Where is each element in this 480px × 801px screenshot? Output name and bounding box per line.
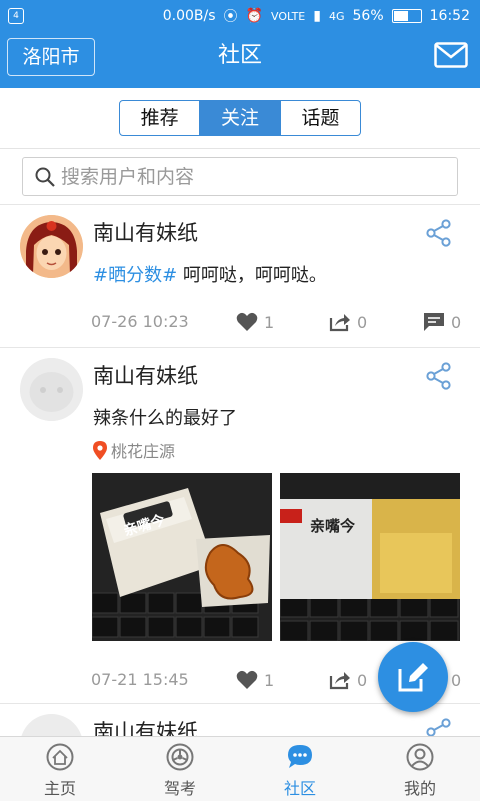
location-text: 桃花庄源 xyxy=(111,442,176,461)
nav-me[interactable]: 我的 xyxy=(360,737,480,801)
comment-count: 0 xyxy=(451,312,462,332)
post-username[interactable]: 南山有妹纸 xyxy=(93,716,198,738)
comment-icon xyxy=(424,313,444,331)
repost-button[interactable]: 0 xyxy=(329,670,367,690)
repost-count: 0 xyxy=(357,312,368,332)
status-bar: 4 0.00B/s ⦿ ⏰ VOLTE ▮ 4G 56% 16:52 xyxy=(0,0,480,32)
share-icon[interactable] xyxy=(426,362,452,390)
photo-brand-text: 亲嘴今 xyxy=(310,517,356,535)
repost-button[interactable]: 0 xyxy=(329,312,367,332)
post-text: #晒分数# 呵呵哒，呵呵哒。 xyxy=(93,261,327,287)
user-icon xyxy=(406,743,434,771)
net-speed: 0.00B/s xyxy=(162,8,216,24)
search-section xyxy=(0,148,480,205)
repost-icon xyxy=(329,672,350,690)
battery-icon xyxy=(391,9,422,23)
like-button[interactable]: 1 xyxy=(236,670,274,690)
nav-home[interactable]: 主页 xyxy=(0,737,120,801)
avatar[interactable] xyxy=(20,714,83,738)
signal-icon: ▮ xyxy=(313,8,321,24)
avatar[interactable] xyxy=(20,358,83,421)
nav-label: 社区 xyxy=(283,779,316,798)
steering-wheel-icon xyxy=(166,743,194,771)
heart-icon xyxy=(236,312,258,331)
like-count: 1 xyxy=(264,312,275,332)
post-username[interactable]: 南山有妹纸 xyxy=(93,217,198,247)
post-body: 呵呵哒，呵呵哒。 xyxy=(177,265,327,286)
battery-percent: 56% xyxy=(352,8,384,24)
volte-label: VOLTE xyxy=(270,9,306,23)
post-meta: 07-26 10:23 1 0 0 xyxy=(0,308,480,338)
post-photo[interactable]: 亲嘴今 xyxy=(280,473,460,641)
tab-following[interactable]: 关注 xyxy=(200,101,281,135)
hashtag[interactable]: #晒分数# xyxy=(93,265,177,286)
like-button[interactable]: 1 xyxy=(236,312,274,332)
compose-button[interactable] xyxy=(378,642,448,712)
comment-button[interactable]: 0 xyxy=(423,312,461,332)
post-photo[interactable]: 亲嘴今 xyxy=(92,473,272,641)
tab-bar-container: 推荐 关注 话题 xyxy=(0,88,480,148)
bottom-nav: 主页 驾考 社区 我的 xyxy=(0,736,480,801)
nav-exam[interactable]: 驾考 xyxy=(120,737,240,801)
post-time: 07-26 10:23 xyxy=(91,312,189,331)
like-count: 1 xyxy=(264,670,275,690)
nav-label: 我的 xyxy=(403,779,436,798)
tab-recommend[interactable]: 推荐 xyxy=(120,101,201,135)
search-icon xyxy=(35,167,55,187)
post-location[interactable]: 桃花庄源 xyxy=(93,438,175,462)
mail-icon[interactable] xyxy=(434,42,468,68)
location-pin-icon xyxy=(93,440,107,460)
share-icon[interactable] xyxy=(426,219,452,247)
post-time: 07-21 15:45 xyxy=(91,670,189,689)
share-icon[interactable] xyxy=(426,718,452,738)
alarm-icon: ⏰ xyxy=(245,8,263,24)
location-status-icon: ⦿ xyxy=(223,9,238,25)
nav-label: 主页 xyxy=(43,779,76,798)
home-icon xyxy=(46,743,74,771)
search-box[interactable] xyxy=(22,157,458,196)
avatar[interactable] xyxy=(20,215,83,278)
search-input[interactable] xyxy=(59,161,443,193)
nav-label: 驾考 xyxy=(163,779,196,798)
clock: 16:52 xyxy=(429,8,470,24)
app-bar: 洛阳市 社区 xyxy=(0,32,480,88)
repost-icon xyxy=(329,314,350,332)
segmented-tabs: 推荐 关注 话题 xyxy=(119,100,361,136)
repost-count: 0 xyxy=(357,670,368,690)
post-card[interactable]: 南山有妹纸 #晒分数# 呵呵哒，呵呵哒。 07-26 10:23 1 0 0 xyxy=(0,204,480,347)
chat-bubble-icon xyxy=(288,745,312,768)
nav-community[interactable]: 社区 xyxy=(240,737,360,801)
comment-count: 0 xyxy=(451,670,462,690)
post-username[interactable]: 南山有妹纸 xyxy=(93,360,198,390)
edit-icon xyxy=(398,663,428,692)
tab-topics[interactable]: 话题 xyxy=(281,101,360,135)
heart-icon xyxy=(236,670,258,689)
page-title: 社区 xyxy=(217,43,262,68)
notification-icon: 4 xyxy=(8,8,24,24)
post-body: 辣条什么的最好了 xyxy=(93,408,237,429)
network-type: 4G xyxy=(328,9,345,23)
